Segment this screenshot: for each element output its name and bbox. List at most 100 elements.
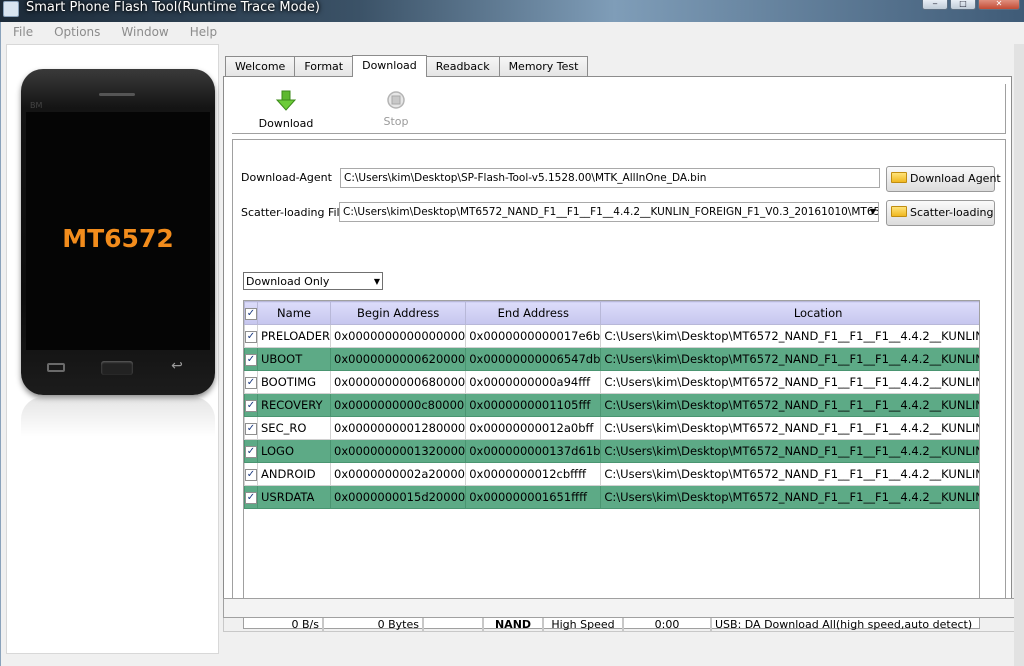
scatter-loading-button[interactable]: Scatter-loading xyxy=(886,200,995,226)
title-bar: Smart Phone Flash Tool(Runtime Trace Mod… xyxy=(0,0,1024,22)
download-label: Download xyxy=(258,117,314,130)
progress-bar xyxy=(223,598,1015,618)
menu-options[interactable]: Options xyxy=(41,22,108,42)
row-checkbox[interactable]: ✓ xyxy=(244,462,258,486)
partition-name: UBOOT xyxy=(256,347,332,371)
tab-readback[interactable]: Readback xyxy=(425,56,500,77)
scatter-loading-button-label: Scatter-loading xyxy=(910,206,994,219)
status-usb: USB: DA Download All(high speed,auto det… xyxy=(711,618,1015,632)
table-row[interactable]: ✓ SEC_RO 0x0000000001280000 0x0000000001… xyxy=(244,416,979,440)
partition-location[interactable]: C:\Users\kim\Desktop\MT6572_NAND_F1__F1_… xyxy=(600,324,979,348)
maximize-button[interactable]: □ xyxy=(950,0,976,10)
download-agent-label: Download-Agent xyxy=(241,171,332,184)
partition-location[interactable]: C:\Users\kim\Desktop\MT6572_NAND_F1__F1_… xyxy=(600,347,979,371)
partition-location[interactable]: C:\Users\kim\Desktop\MT6572_NAND_F1__F1_… xyxy=(600,439,979,463)
toolbar: Download Stop xyxy=(232,84,1006,134)
select-all-checkbox[interactable]: ✓ xyxy=(244,301,258,325)
scatter-loading-path-text: C:\Users\kim\Desktop\MT6572_NAND_F1__F1_… xyxy=(343,206,879,218)
status-spacer xyxy=(423,618,483,632)
row-checkbox[interactable]: ✓ xyxy=(244,485,258,509)
tab-memory-test[interactable]: Memory Test xyxy=(498,56,589,77)
stop-circle-icon xyxy=(387,91,405,109)
end-address: 0x000000001651ffff xyxy=(465,485,602,509)
check-icon: ✓ xyxy=(245,307,257,320)
check-icon: ✓ xyxy=(245,491,257,504)
partition-location[interactable]: C:\Users\kim\Desktop\MT6572_NAND_F1__F1_… xyxy=(600,485,979,509)
status-speed: 0 B/s xyxy=(223,618,323,632)
partition-name: SEC_RO xyxy=(256,416,332,440)
partition-name: BOOTIMG xyxy=(256,370,332,394)
begin-address: 0x0000000001280000 xyxy=(330,416,467,440)
end-address: 0x0000000012cbffff xyxy=(465,462,602,486)
table-row[interactable]: ✓ UBOOT 0x0000000000620000 0x00000000006… xyxy=(244,347,979,371)
partition-location[interactable]: C:\Users\kim\Desktop\MT6572_NAND_F1__F1_… xyxy=(600,393,979,417)
status-storage: NAND xyxy=(483,618,543,632)
tab-bar: Welcome Format Download Readback Memory … xyxy=(225,55,589,77)
partition-location[interactable]: C:\Users\kim\Desktop\MT6572_NAND_F1__F1_… xyxy=(600,462,979,486)
begin-address: 0x0000000000c80000 xyxy=(330,393,467,417)
phone-reflection xyxy=(21,397,215,437)
partition-location[interactable]: C:\Users\kim\Desktop\MT6572_NAND_F1__F1_… xyxy=(600,370,979,394)
row-checkbox[interactable]: ✓ xyxy=(244,416,258,440)
row-checkbox[interactable]: ✓ xyxy=(244,439,258,463)
begin-address: 0x0000000000680000 xyxy=(330,370,467,394)
download-button[interactable]: Download xyxy=(256,90,316,130)
dropdown-arrow-icon[interactable]: ▼ xyxy=(870,207,876,216)
tab-welcome[interactable]: Welcome xyxy=(225,56,296,77)
download-agent-button[interactable]: Download Agent xyxy=(886,166,1001,192)
column-header-end-address[interactable]: End Address xyxy=(465,301,602,325)
partition-name: USRDATA xyxy=(256,485,332,509)
table-row[interactable]: ✓ ANDROID 0x0000000002a20000 0x000000001… xyxy=(244,462,979,486)
scatter-loading-path[interactable]: C:\Users\kim\Desktop\MT6572_NAND_F1__F1_… xyxy=(339,202,879,222)
row-checkbox[interactable]: ✓ xyxy=(244,347,258,371)
close-button[interactable]: ✕ xyxy=(978,0,1020,10)
check-icon: ✓ xyxy=(245,399,257,412)
table-row[interactable]: ✓ USRDATA 0x0000000015d20000 0x000000001… xyxy=(244,485,979,509)
row-checkbox[interactable]: ✓ xyxy=(244,370,258,394)
download-agent-path[interactable]: C:\Users\kim\Desktop\SP-Flash-Tool-v5.15… xyxy=(340,168,880,188)
tab-format[interactable]: Format xyxy=(294,56,354,77)
chip-label: MT6572 xyxy=(62,224,174,253)
home-key-icon xyxy=(101,361,133,375)
table-row[interactable]: ✓ LOGO 0x0000000001320000 0x000000000137… xyxy=(244,439,979,463)
table-row[interactable]: ✓ BOOTIMG 0x0000000000680000 0x000000000… xyxy=(244,370,979,394)
download-settings-panel: Download-Agent C:\Users\kim\Desktop\SP-F… xyxy=(232,139,1006,629)
partition-name: RECOVERY xyxy=(256,393,332,417)
menu-bar: File Options Window Help xyxy=(1,22,1024,42)
download-mode-value: Download Only xyxy=(246,275,330,288)
status-bar: 0 B/s 0 Bytes NAND High Speed 0:00 USB: … xyxy=(223,618,1015,632)
column-header-name[interactable]: Name xyxy=(256,301,332,325)
row-checkbox[interactable]: ✓ xyxy=(244,393,258,417)
begin-address: 0x0000000000000000 xyxy=(330,324,467,348)
check-icon: ✓ xyxy=(245,376,257,389)
table-row[interactable]: ✓ RECOVERY 0x0000000000c80000 0x00000000… xyxy=(244,393,979,417)
column-header-location[interactable]: Location xyxy=(600,301,979,325)
menu-window[interactable]: Window xyxy=(108,22,176,42)
table-row[interactable]: ✓ PRELOADER 0x0000000000000000 0x0000000… xyxy=(244,324,979,348)
status-time: 0:00 xyxy=(623,618,711,632)
menu-file[interactable]: File xyxy=(1,22,41,42)
check-icon: ✓ xyxy=(245,330,257,343)
window-controls: ‒ □ ✕ xyxy=(922,0,1020,10)
column-header-begin-address[interactable]: Begin Address xyxy=(330,301,467,325)
stop-button[interactable]: Stop xyxy=(366,90,426,128)
app-icon xyxy=(3,1,19,17)
end-address: 0x0000000000017e6b xyxy=(465,324,602,348)
end-address: 0x0000000001105fff xyxy=(465,393,602,417)
scatter-loading-label: Scatter-loading File xyxy=(241,206,347,219)
download-page: Download Stop Download-Agent C:\Users\ki… xyxy=(223,76,1012,629)
download-arrow-icon xyxy=(275,90,297,111)
status-bytes: 0 Bytes xyxy=(323,618,423,632)
partition-location[interactable]: C:\Users\kim\Desktop\MT6572_NAND_F1__F1_… xyxy=(600,416,979,440)
download-mode-select[interactable]: Download Only ▼ xyxy=(243,272,383,290)
back-key-icon: ↩ xyxy=(171,358,183,374)
menu-help[interactable]: Help xyxy=(177,22,225,42)
minimize-button[interactable]: ‒ xyxy=(922,0,948,10)
end-address: 0x00000000006547db xyxy=(465,347,602,371)
stop-label: Stop xyxy=(383,115,409,128)
row-checkbox[interactable]: ✓ xyxy=(244,324,258,348)
end-address: 0x0000000000a94fff xyxy=(465,370,602,394)
dropdown-arrow-icon[interactable]: ▼ xyxy=(374,277,380,286)
tab-download[interactable]: Download xyxy=(352,55,427,77)
check-icon: ✓ xyxy=(245,422,257,435)
